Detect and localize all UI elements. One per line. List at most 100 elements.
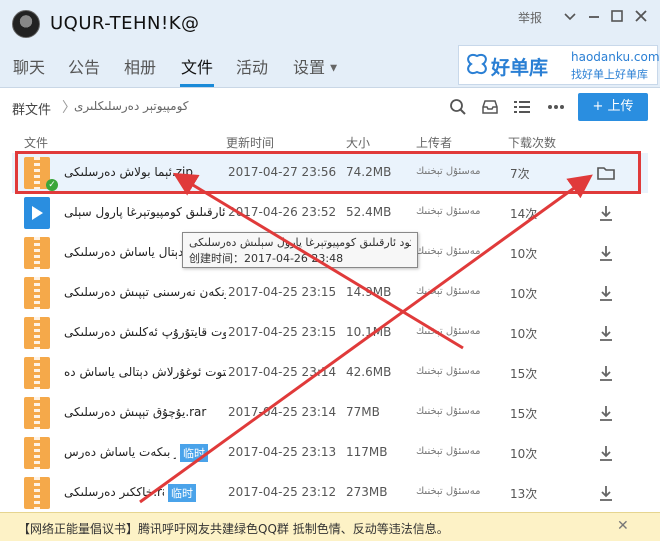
zip-file-icon: [24, 397, 50, 429]
uploader-name[interactable]: مەسئۇل تېخنىك: [416, 366, 480, 377]
update-time: 2017-04-27 23:56: [228, 165, 337, 179]
more-options-icon[interactable]: [546, 97, 566, 117]
file-name[interactable]: يونكەن نەرسىنى تېپىش دەرسلىكى.zip: [64, 285, 226, 299]
file-size: 52.4MB: [346, 205, 392, 219]
close-notice-icon[interactable]: ✕: [617, 518, 629, 534]
download-count: 10次: [510, 447, 538, 461]
download-icon[interactable]: [595, 203, 617, 223]
table-row[interactable]: ✓ ئېما بولاش دەرسلىكى.zip 2017-04-27 23:56…: [12, 153, 648, 193]
zip-file-icon: [24, 357, 50, 389]
header-file[interactable]: 文件: [24, 134, 48, 151]
report-button[interactable]: 举报: [518, 9, 542, 26]
download-icon[interactable]: [595, 283, 617, 303]
file-name[interactable]: كونتوت قايتۇرۇپ ئەكلىش دەرسلىكى: [64, 325, 226, 339]
header-downloads[interactable]: 下载次数: [508, 134, 556, 151]
file-name[interactable]: خاككىر دەرسلىكى.rar: [64, 485, 164, 499]
file-table-header: 文件 更新时间 大小 上传者 下载次数: [12, 132, 648, 150]
tooltip-created-time: 创建时间：2017-04-26 23:48: [189, 252, 344, 265]
ad-slogan: 找好单上好单库: [571, 68, 648, 81]
download-icon[interactable]: [595, 443, 617, 463]
update-time: 2017-04-26 23:52: [228, 205, 337, 219]
file-name[interactable]: تور بىكەت ياساش دەرس...: [64, 445, 176, 459]
butterfly-logo-icon: [465, 52, 489, 78]
download-count: 15次: [510, 367, 538, 381]
ad-brand: 好单库: [491, 57, 549, 79]
file-name[interactable]: يۇچۇق تېپىش دەرسلىكى.rar: [64, 405, 226, 419]
file-tooltip: كود ئارقىلىق كومپيوتېرغا پارول سېلىش دەر…: [182, 232, 418, 268]
file-name[interactable]: ئېما بولاش دەرسلىكى.zip: [64, 165, 226, 179]
active-tab-indicator: [180, 84, 214, 87]
table-row[interactable]: تور بىكەت ياساش دەرس... 临时 2017-04-25 23:1…: [12, 433, 648, 473]
tab-announcements[interactable]: 公告: [68, 54, 100, 78]
table-row[interactable]: كود ئارقىلىق كومپيوتېرغا پارول سېلى2017-…: [12, 193, 648, 233]
file-size: 74.2MB: [346, 165, 392, 179]
chevron-down-icon[interactable]: [560, 6, 580, 26]
tab-files[interactable]: 文件: [181, 54, 213, 78]
file-size: 14.9MB: [346, 285, 392, 299]
download-icon[interactable]: [595, 483, 617, 503]
breadcrumb-root[interactable]: 群文件: [12, 99, 51, 118]
download-count: 13次: [510, 487, 538, 501]
uploader-name[interactable]: مەسئۇل تېخنىك: [416, 326, 480, 337]
table-row[interactable]: كونتوت ئوغۇرلاش دېتالى ياساش دە...2017-0…: [12, 353, 648, 393]
tab-activities[interactable]: 活动: [236, 54, 268, 78]
update-time: 2017-04-25 23:14: [228, 365, 337, 379]
breadcrumb-current-folder: كومپيوتېر دەرسلىكلىرى: [74, 99, 189, 113]
tab-chat[interactable]: 聊天: [13, 54, 45, 78]
ad-banner[interactable]: 好单库 haodanku.com 找好单上好单库: [458, 45, 660, 85]
file-size: 10.1MB: [346, 325, 392, 339]
close-icon[interactable]: [631, 6, 651, 26]
upload-button[interactable]: + 上传: [578, 93, 648, 121]
video-file-icon: [24, 197, 50, 229]
download-icon[interactable]: [595, 403, 617, 423]
download-icon[interactable]: [595, 363, 617, 383]
uploader-name[interactable]: مەسئۇل تېخنىك: [416, 206, 480, 217]
search-icon[interactable]: [448, 97, 468, 117]
minimize-icon[interactable]: [584, 6, 604, 26]
table-row[interactable]: يۇچۇق تېپىش دەرسلىكى.rar 2017-04-25 23:14…: [12, 393, 648, 433]
tab-settings-label: 设置: [293, 58, 326, 77]
table-row[interactable]: يونكەن نەرسىنى تېپىش دەرسلىكى.zip2017-04…: [12, 273, 648, 313]
table-row[interactable]: كونتوت قايتۇرۇپ ئەكلىش دەرسلىكى2017-04-2…: [12, 313, 648, 353]
update-time: 2017-04-25 23:12: [228, 485, 337, 499]
zip-file-icon: [24, 437, 50, 469]
header-uploader[interactable]: 上传者: [416, 134, 452, 151]
download-count: 14次: [510, 207, 538, 221]
download-icon[interactable]: [595, 243, 617, 263]
uploader-name[interactable]: مەسئۇل تېخنىك: [416, 246, 480, 257]
group-title: UQUR-TEHN!K@: [50, 13, 200, 34]
download-count: 15次: [510, 407, 538, 421]
zip-file-icon: [24, 237, 50, 269]
zip-file-icon: [24, 477, 50, 509]
group-avatar[interactable]: [12, 10, 40, 38]
file-size: 42.6MB: [346, 365, 392, 379]
file-name[interactable]: كونتوت ئوغۇرلاش دېتالى ياساش دە...: [64, 365, 226, 379]
update-time: 2017-04-25 23:15: [228, 285, 337, 299]
file-size: 117MB: [346, 445, 388, 459]
folder-icon[interactable]: [595, 163, 617, 183]
list-view-icon[interactable]: [512, 97, 532, 117]
update-time: 2017-04-25 23:13: [228, 445, 337, 459]
maximize-icon[interactable]: [607, 6, 627, 26]
notice-text[interactable]: 【网络正能量倡议书】腾讯呼吁网友共建绿色QQ群 抵制色情、反动等违法信息。: [18, 520, 449, 537]
file-name[interactable]: كود ئارقىلىق كومپيوتېرغا پارول سېلى: [64, 205, 226, 219]
uploader-name[interactable]: مەسئۇل تېخنىك: [416, 446, 480, 457]
header-size[interactable]: 大小: [346, 134, 370, 151]
download-count: 10次: [510, 247, 538, 261]
uploader-name[interactable]: مەسئۇل تېخنىك: [416, 486, 480, 497]
tab-settings[interactable]: 设置 ▼: [293, 54, 337, 78]
uploader-name[interactable]: مەسئۇل تېخنىك: [416, 286, 480, 297]
downloaded-check-icon: ✓: [46, 179, 58, 191]
table-row[interactable]: خاككىر دەرسلىكى.rar 临时 2017-04-25 23:12 273…: [12, 473, 648, 513]
tab-album[interactable]: 相册: [124, 54, 156, 78]
play-icon: [32, 206, 43, 220]
file-size: 273MB: [346, 485, 388, 499]
uploader-name[interactable]: مەسئۇل تېخنىك: [416, 406, 480, 417]
download-count: 10次: [510, 327, 538, 341]
header-update-time[interactable]: 更新时间: [226, 134, 274, 151]
inbox-icon[interactable]: [480, 97, 500, 117]
download-count: 10次: [510, 287, 538, 301]
download-count: 7次: [510, 167, 530, 181]
download-icon[interactable]: [595, 323, 617, 343]
uploader-name[interactable]: مەسئۇل تېخنىك: [416, 166, 480, 177]
